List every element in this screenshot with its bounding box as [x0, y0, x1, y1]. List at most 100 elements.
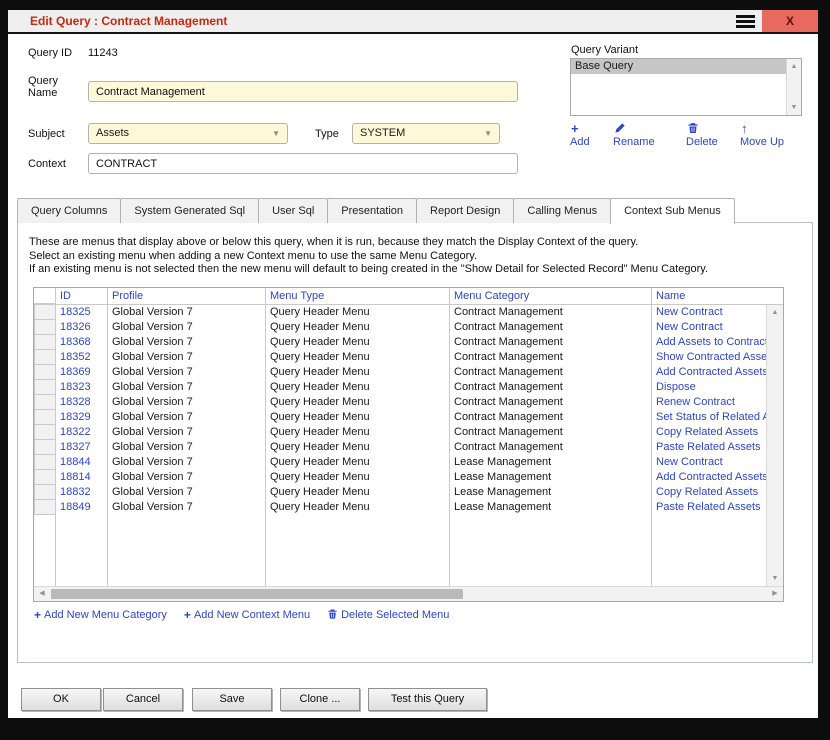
filler-cell	[266, 515, 450, 586]
scroll-down-icon[interactable]: ▼	[787, 101, 801, 114]
cell-menu_category: Lease Management	[450, 470, 652, 485]
table-row[interactable]: 18328Global Version 7Query Header MenuCo…	[34, 395, 766, 410]
variant-action-move-up[interactable]: ↑Move Up	[740, 122, 800, 149]
query-name-input[interactable]	[88, 81, 518, 102]
query-variant-actions: +AddRename Delete↑Move Up	[570, 122, 810, 149]
scroll-up-icon[interactable]: ▲	[767, 306, 783, 319]
cell-name: Add Contracted Assets	[652, 470, 766, 485]
row-selector-cell[interactable]	[34, 305, 56, 320]
column-header-menu-type[interactable]: Menu Type	[266, 288, 450, 304]
table-row[interactable]: 18849Global Version 7Query Header MenuLe…	[34, 500, 766, 515]
column-header-profile[interactable]: Profile	[108, 288, 266, 304]
cell-id: 18844	[56, 455, 108, 470]
row-selector-cell[interactable]	[34, 335, 56, 350]
cell-id: 18368	[56, 335, 108, 350]
scroll-up-icon[interactable]: ▲	[787, 60, 801, 73]
variant-scrollbar[interactable]: ▲ ▼	[786, 59, 801, 115]
plus-icon: +	[570, 122, 579, 136]
table-row[interactable]: 18327Global Version 7Query Header MenuCo…	[34, 440, 766, 455]
title-bar: Edit Query : Contract Management X	[8, 10, 818, 34]
table-row[interactable]: 18329Global Version 7Query Header MenuCo…	[34, 410, 766, 425]
variant-action-add[interactable]: +Add	[570, 122, 613, 149]
filler-cell	[450, 515, 652, 586]
menu-icon[interactable]	[728, 10, 762, 32]
row-selector-cell[interactable]	[34, 395, 56, 410]
test-this-query-button[interactable]: Test this Query	[368, 688, 487, 711]
cell-menu_category: Contract Management	[450, 395, 652, 410]
tab-context-sub-menus[interactable]: Context Sub Menus	[610, 198, 735, 224]
row-selector-cell[interactable]	[34, 350, 56, 365]
link-delete-selected-menu[interactable]: Delete Selected Menu	[327, 608, 449, 622]
table-row[interactable]: 18322Global Version 7Query Header MenuCo…	[34, 425, 766, 440]
context-menus-table: IDProfileMenu TypeMenu CategoryName 1832…	[33, 287, 784, 602]
close-button[interactable]: X	[762, 10, 818, 32]
variant-action-label: Rename	[613, 136, 655, 149]
subject-dropdown[interactable]: Assets ▼	[88, 123, 288, 144]
tab-report-design[interactable]: Report Design	[416, 198, 514, 223]
clone-button[interactable]: Clone ...	[280, 688, 360, 711]
cell-name: Renew Contract	[652, 395, 766, 410]
link-add-new-context-menu[interactable]: +Add New Context Menu	[184, 608, 310, 622]
cell-id: 18849	[56, 500, 108, 515]
tab-calling-menus[interactable]: Calling Menus	[513, 198, 611, 223]
cell-menu_category: Lease Management	[450, 485, 652, 500]
cell-menu_type: Query Header Menu	[266, 440, 450, 455]
row-selector-cell[interactable]	[34, 470, 56, 485]
table-row[interactable]: 18814Global Version 7Query Header MenuLe…	[34, 470, 766, 485]
tab-query-columns[interactable]: Query Columns	[17, 198, 121, 223]
cell-id: 18329	[56, 410, 108, 425]
row-selector-cell[interactable]	[34, 440, 56, 455]
table-row[interactable]: 18325Global Version 7Query Header MenuCo…	[34, 305, 766, 320]
variant-action-rename[interactable]: Rename	[613, 122, 686, 149]
column-header-name[interactable]: Name	[652, 288, 783, 304]
link-add-new-menu-category[interactable]: +Add New Menu Category	[34, 608, 167, 622]
row-selector-cell[interactable]	[34, 380, 56, 395]
column-header-menu-category[interactable]: Menu Category	[450, 288, 652, 304]
table-vertical-scrollbar[interactable]: ▲ ▼	[766, 305, 783, 586]
table-row[interactable]: 18352Global Version 7Query Header MenuCo…	[34, 350, 766, 365]
row-selector-cell[interactable]	[34, 485, 56, 500]
save-button[interactable]: Save	[192, 688, 272, 711]
row-selector-cell[interactable]	[34, 365, 56, 380]
table-row[interactable]: 18832Global Version 7Query Header MenuLe…	[34, 485, 766, 500]
cell-name: Add Contracted Assets	[652, 365, 766, 380]
row-selector-cell[interactable]	[34, 320, 56, 335]
cell-menu_type: Query Header Menu	[266, 470, 450, 485]
filler-selector-cell	[34, 515, 56, 586]
tab-system-generated-sql[interactable]: System Generated Sql	[120, 198, 259, 223]
cell-menu_category: Contract Management	[450, 425, 652, 440]
cell-profile: Global Version 7	[108, 395, 266, 410]
ok-button[interactable]: OK	[21, 688, 101, 711]
cancel-button[interactable]: Cancel	[103, 688, 183, 711]
scroll-down-icon[interactable]: ▼	[767, 572, 783, 585]
tab-user-sql[interactable]: User Sql	[258, 198, 328, 223]
column-header-id[interactable]: ID	[56, 288, 108, 304]
context-input[interactable]	[88, 153, 518, 174]
scroll-left-icon[interactable]: ◀	[35, 587, 49, 601]
tab-presentation[interactable]: Presentation	[327, 198, 417, 223]
table-row[interactable]: 18326Global Version 7Query Header MenuCo…	[34, 320, 766, 335]
cell-id: 18327	[56, 440, 108, 455]
table-horizontal-scrollbar[interactable]: ◀ ▶	[34, 586, 783, 601]
table-row[interactable]: 18368Global Version 7Query Header MenuCo…	[34, 335, 766, 350]
table-header-row: IDProfileMenu TypeMenu CategoryName	[34, 288, 783, 305]
cell-menu_type: Query Header Menu	[266, 395, 450, 410]
cell-profile: Global Version 7	[108, 380, 266, 395]
row-selector-cell[interactable]	[34, 425, 56, 440]
variant-action-delete[interactable]: Delete	[686, 122, 740, 149]
table-row[interactable]: 18369Global Version 7Query Header MenuCo…	[34, 365, 766, 380]
query-id-value: 11243	[88, 47, 118, 59]
link-label: Add New Context Menu	[194, 609, 310, 621]
table-row[interactable]: 18844Global Version 7Query Header MenuLe…	[34, 455, 766, 470]
row-selector-cell[interactable]	[34, 410, 56, 425]
row-selector-cell[interactable]	[34, 455, 56, 470]
cell-id: 18814	[56, 470, 108, 485]
cell-profile: Global Version 7	[108, 410, 266, 425]
scroll-right-icon[interactable]: ▶	[768, 587, 782, 601]
variant-item[interactable]: Base Query	[571, 59, 786, 74]
table-row[interactable]: 18323Global Version 7Query Header MenuCo…	[34, 380, 766, 395]
type-dropdown[interactable]: SYSTEM ▼	[352, 123, 500, 144]
row-selector-cell[interactable]	[34, 500, 56, 515]
query-variant-items: Base Query	[571, 59, 786, 115]
scrollbar-thumb[interactable]	[51, 589, 463, 599]
